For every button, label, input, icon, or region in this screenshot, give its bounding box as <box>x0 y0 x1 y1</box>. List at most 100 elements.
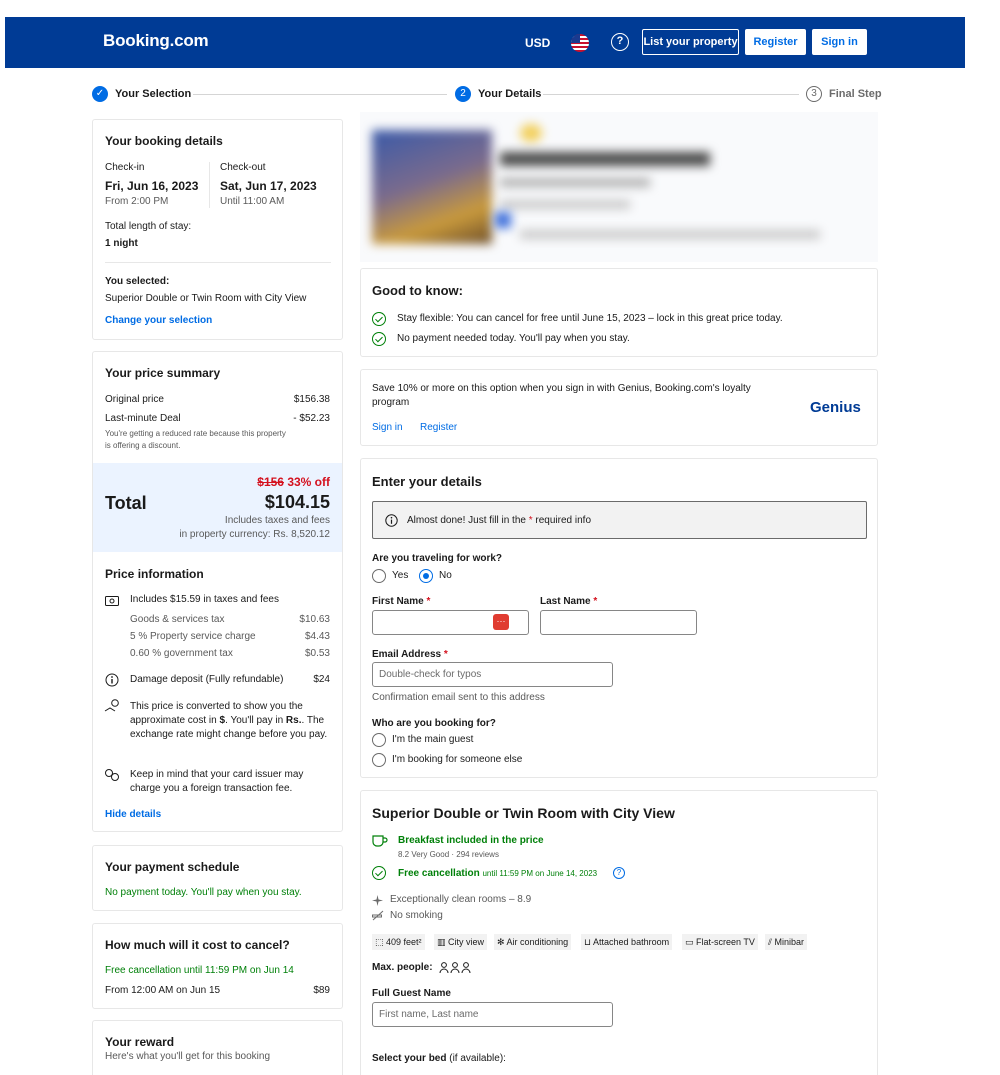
card-fee-icon <box>105 769 119 781</box>
checkin-divider <box>209 162 210 208</box>
someone-else-label[interactable]: I'm booking for someone else <box>392 754 522 765</box>
required-star: * <box>426 596 431 607</box>
work-no-label[interactable]: No <box>439 570 452 581</box>
details-form-title: Enter your details <box>372 474 482 489</box>
section-divider <box>105 262 331 263</box>
info-icon <box>385 514 398 527</box>
property-amenities <box>520 230 820 239</box>
tax-row-label: 5 % Property service charge <box>130 631 256 642</box>
booking-details-card: Your booking details Check-in Fri, Jun 1… <box>92 119 343 340</box>
money-icon <box>105 596 119 606</box>
total-label: Total <box>105 493 147 513</box>
property-photo[interactable] <box>372 130 492 244</box>
sparkle-icon <box>372 895 383 906</box>
us-flag-icon[interactable] <box>571 34 589 52</box>
help-circle-icon[interactable]: ? <box>613 867 625 879</box>
free-cancellation: Free cancellation until 11:59 PM on June… <box>398 868 597 879</box>
step-divider <box>543 94 799 95</box>
reviews-text: 294 reviews <box>456 850 499 859</box>
free-cancel-text: Free cancellation <box>398 868 480 879</box>
price-summary-title: Your price summary <box>105 366 221 380</box>
good-to-know-item: Stay flexible: You can cancel for free u… <box>397 313 783 324</box>
reward-subtitle: Here's what you'll get for this booking <box>105 1051 271 1062</box>
stay-length-value: 1 night <box>105 238 138 249</box>
total-panel: $156 33% off Total $104.15 Includes taxe… <box>93 463 342 552</box>
required-info-banner: Almost done! Just fill in the * required… <box>372 501 867 539</box>
amenity-label: Minibar <box>774 937 805 947</box>
check-icon <box>372 312 386 326</box>
tax-row-value: $4.43 <box>304 631 330 642</box>
property-stars <box>520 124 542 142</box>
register-button[interactable]: Register <box>745 29 806 55</box>
booking-logo[interactable]: Booking.com <box>103 31 209 51</box>
autofill-icon[interactable]: ··· <box>493 614 509 630</box>
currency-convert-icon <box>104 699 119 712</box>
info-text: required info <box>532 515 592 526</box>
people-icon <box>439 962 471 974</box>
help-icon[interactable]: ? <box>611 33 629 51</box>
check-icon <box>372 332 386 346</box>
guest-name-label: Full Guest Name <box>372 988 451 999</box>
work-yes-radio[interactable] <box>372 569 386 583</box>
work-no-radio[interactable] <box>419 569 433 583</box>
sign-in-button[interactable]: Sign in <box>812 29 867 55</box>
change-selection-link[interactable]: Change your selection <box>105 315 212 326</box>
main-guest-label[interactable]: I'm the main guest <box>392 734 473 745</box>
email-label: Email Address * <box>372 649 448 660</box>
original-price-value: $156.38 <box>293 394 330 405</box>
first-name-label: First Name * <box>372 596 430 607</box>
reward-card: Your reward Here's what you'll get for t… <box>92 1020 343 1075</box>
max-people-label: Max. people: <box>372 962 433 973</box>
property-name <box>500 152 710 166</box>
coffee-cup-icon <box>372 835 388 847</box>
hide-details-link[interactable]: Hide details <box>105 809 161 820</box>
amenity-label: Flat-screen TV <box>696 937 755 947</box>
tax-row-value: $0.53 <box>304 648 330 659</box>
selected-room: Superior Double or Twin Room with City V… <box>105 293 307 304</box>
good-to-know-card: Good to know: Stay flexible: You can can… <box>360 268 878 357</box>
room-card: Superior Double or Twin Room with City V… <box>360 790 878 1075</box>
convert-text: . You'll pay in <box>225 715 286 726</box>
total-value: $104.15 <box>264 492 330 512</box>
someone-else-radio[interactable] <box>372 753 386 767</box>
amenity-label: Air conditioning <box>506 937 569 947</box>
bed-label-text: Select your bed <box>372 1053 447 1064</box>
tax-row-label: Goods & services tax <box>130 614 225 625</box>
taxes-note: Includes taxes and fees <box>224 515 330 526</box>
price-summary-card: Your price summary Original price $156.3… <box>92 351 343 832</box>
property-address <box>500 178 650 187</box>
guest-name-input[interactable]: First name, Last name <box>372 1002 613 1027</box>
email-text: Email Address <box>372 649 442 660</box>
card-fee-note: Keep in mind that your card issuer may c… <box>130 769 304 794</box>
amenity-label: City view <box>448 937 485 947</box>
main-guest-radio[interactable] <box>372 733 386 747</box>
amenity-label: Attached bathroom <box>593 937 670 947</box>
email-input[interactable]: Double-check for typos <box>372 662 613 687</box>
property-currency-note: in property currency: Rs. 8,520.12 <box>179 529 330 540</box>
list-property-button[interactable]: List your property <box>642 29 739 55</box>
checkout-label: Check-out <box>220 162 266 173</box>
genius-register-link[interactable]: Register <box>420 422 457 433</box>
selected-label: You selected: <box>105 276 170 287</box>
step-3-marker: 3 <box>806 86 822 102</box>
reward-title: Your reward <box>105 1035 175 1049</box>
cancel-cost-card: How much will it cost to cancel? Free ca… <box>92 923 343 1009</box>
no-smoking: No smoking <box>390 910 443 921</box>
stay-length-label: Total length of stay: <box>105 221 192 232</box>
currency-selector[interactable]: USD <box>525 36 550 50</box>
work-yes-label[interactable]: Yes <box>392 570 408 581</box>
step-2-marker: 2 <box>455 86 471 102</box>
good-to-know-item: No payment needed today. You'll pay when… <box>397 333 630 344</box>
genius-sign-in-link[interactable]: Sign in <box>372 422 403 433</box>
step-1-check-icon: ✓ <box>92 86 108 102</box>
damage-deposit-value: $24 <box>313 674 330 685</box>
good-to-know-title: Good to know: <box>372 283 463 298</box>
info-icon <box>105 673 119 687</box>
tax-row-value: $10.63 <box>299 614 330 625</box>
discount-percent: 33% off <box>287 475 330 489</box>
last-name-label: Last Name * <box>540 596 597 607</box>
last-name-input[interactable] <box>540 610 697 635</box>
bed-select-label: Select your bed (if available): <box>372 1053 506 1064</box>
payment-schedule-card: Your payment schedule No payment today. … <box>92 845 343 911</box>
amenity-area: ⬚ 409 feet² <box>372 934 425 950</box>
